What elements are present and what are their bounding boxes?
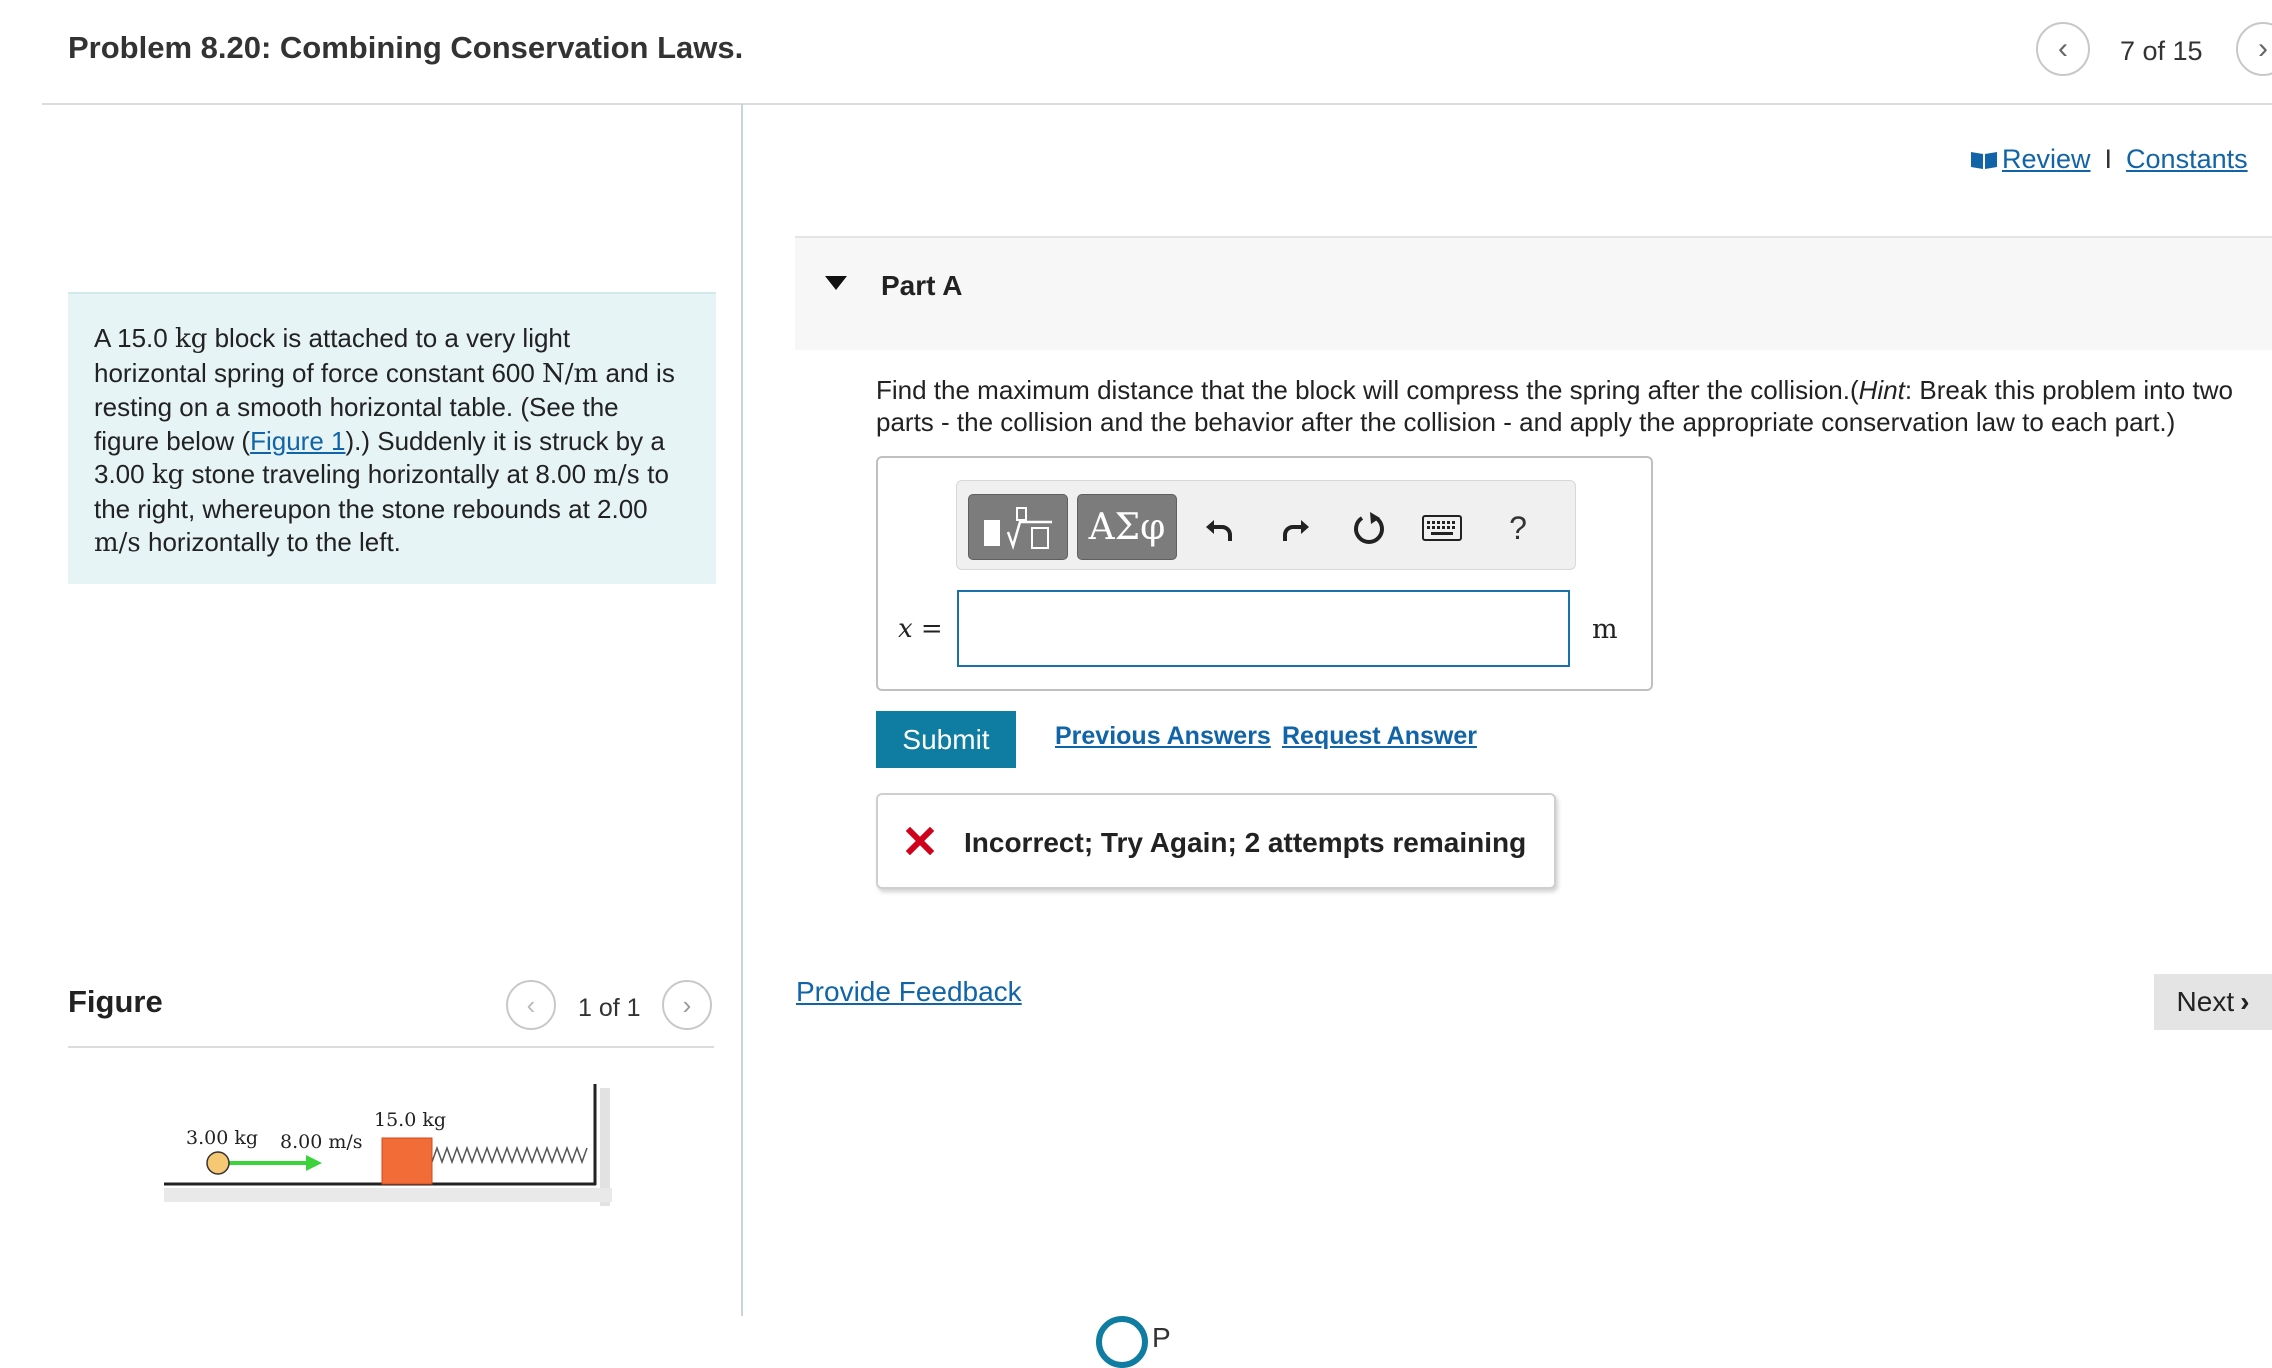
figure-counter: 1 of 1 (578, 994, 641, 1022)
keyboard-icon[interactable] (1422, 508, 1462, 548)
constants-link[interactable]: Constants (2126, 144, 2248, 175)
unit-kg: kg (151, 460, 185, 490)
reset-icon[interactable] (1349, 508, 1389, 548)
links-separator: I (2104, 144, 2113, 174)
request-answer-link[interactable]: Request Answer (1282, 722, 1477, 751)
unit-n-per-m: N/m (542, 358, 599, 389)
question-text-start: Find the maximum distance that the block… (876, 375, 1859, 405)
figure-1-link[interactable]: Figure 1 (250, 426, 345, 456)
logo-text: P (1152, 1322, 1171, 1353)
question-text: Find the maximum distance that the block… (876, 374, 2256, 438)
problem-text: horizontally to the left. (140, 527, 401, 557)
feedback-text: Incorrect; Try Again; 2 attempts remaini… (964, 827, 1527, 858)
table-shadow (164, 1188, 612, 1202)
page-title: Problem 8.20: Combining Conservation Law… (68, 30, 744, 65)
submit-button[interactable]: Submit (876, 711, 1016, 768)
hint-label: Hint (1858, 375, 1905, 405)
header-divider (42, 103, 2272, 105)
problem-counter: 7 of 15 (2120, 36, 2203, 66)
unit-m-per-s: m/s (94, 528, 141, 558)
chevron-left-icon: ‹ (526, 989, 536, 1020)
problem-text: stone traveling horizontally at 8.00 (184, 459, 594, 489)
help-icon[interactable]: ? (1498, 508, 1538, 548)
previous-problem-button[interactable]: ‹ (2036, 22, 2090, 76)
next-problem-button[interactable]: › (2236, 22, 2272, 76)
spring (431, 1145, 588, 1165)
column-divider (741, 104, 743, 1316)
provide-feedback-link[interactable]: Provide Feedback (796, 976, 1022, 1008)
unit-label: m (1592, 614, 1618, 645)
variable-symbol: x = (898, 614, 943, 644)
stone-mass-label: 3.00 kg (186, 1127, 258, 1149)
problem-statement: A 15.0 kg block is attached to a very li… (68, 292, 716, 584)
previous-answers-link[interactable]: Previous Answers (1055, 722, 1271, 751)
chevron-right-icon: › (2258, 32, 2268, 65)
figure-divider (68, 1046, 714, 1048)
collision-figure: 3.00 kg 8.00 m/s 15.0 kg (164, 1084, 612, 1206)
answer-input[interactable] (957, 590, 1570, 667)
logo-icon (1096, 1316, 1148, 1368)
block-mass-label: 15.0 kg (374, 1109, 446, 1131)
review-link[interactable]: Review (2002, 144, 2091, 175)
problem-text: A 15.0 (94, 323, 175, 353)
part-header[interactable] (795, 236, 2272, 350)
greek-symbols-button[interactable]: ΑΣφ (1077, 494, 1177, 560)
figure-prev-button[interactable]: ‹ (506, 980, 556, 1030)
incorrect-x-icon (906, 827, 934, 855)
unit-m-per-s: m/s (593, 460, 641, 490)
templates-button[interactable] (968, 494, 1068, 560)
next-label: Next (2176, 986, 2235, 1017)
unit-kg: kg (174, 324, 208, 354)
part-label: Part A (881, 270, 963, 301)
book-icon (1971, 151, 1997, 169)
stone (206, 1151, 230, 1175)
velocity-arrowhead (306, 1155, 322, 1171)
redo-icon[interactable] (1276, 508, 1316, 548)
variable-label: x = (898, 614, 943, 644)
figure-next-button[interactable]: › (662, 980, 712, 1030)
resource-links: Review I Constants (1970, 144, 2248, 175)
block (381, 1137, 433, 1185)
stone-speed-label: 8.00 m/s (280, 1131, 363, 1153)
next-button[interactable]: Next › (2154, 974, 2272, 1030)
templates-icon (984, 507, 1052, 551)
figure-heading: Figure (68, 984, 163, 1019)
undo-icon[interactable] (1199, 508, 1239, 548)
chevron-right-icon: › (682, 989, 692, 1020)
caret-down-icon[interactable] (825, 276, 847, 290)
chevron-left-icon: ‹ (2058, 32, 2068, 65)
chevron-right-icon: › (2240, 986, 2250, 1017)
